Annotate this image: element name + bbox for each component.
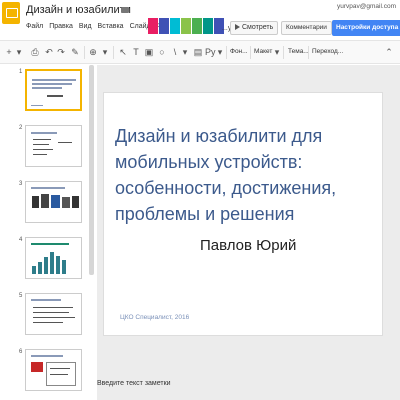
app-icon-6[interactable] xyxy=(203,18,213,34)
comment-icon[interactable]: ▤ xyxy=(193,47,203,57)
shape-icon[interactable]: ○ xyxy=(157,47,167,57)
play-icon xyxy=(235,24,240,30)
present-button[interactable]: Смотреть xyxy=(230,21,279,35)
slide-footer[interactable]: ЦКО Специалист, 2016 xyxy=(120,314,189,321)
line-dropdown-icon[interactable]: ▾ xyxy=(180,47,190,57)
layout-button[interactable]: Макет xyxy=(254,48,272,55)
theme-button[interactable]: Тема... xyxy=(288,48,309,55)
slide-thumbnail-6[interactable] xyxy=(25,349,82,391)
app-icon-3[interactable] xyxy=(170,18,180,34)
slide-author[interactable]: Павлов Юрий xyxy=(200,237,296,254)
slide-number: 1 xyxy=(19,69,23,75)
app-icon-4[interactable] xyxy=(181,18,191,34)
slide-number: 6 xyxy=(19,349,23,355)
slide-thumbnail-1[interactable] xyxy=(25,69,82,111)
app-icon-5[interactable] xyxy=(192,18,202,34)
chevron-down-icon[interactable]: ▾ xyxy=(14,47,24,57)
image-icon[interactable]: ▣ xyxy=(144,47,154,57)
slide-filmstrip: 1 2 3 4 5 6 xyxy=(0,65,94,400)
text-box-icon[interactable]: T xyxy=(131,47,141,57)
present-label: Смотреть xyxy=(242,24,274,31)
slides-app-icon[interactable] xyxy=(2,2,20,24)
menu-bar: Файл Правка Вид Вставка Слайд Фо xyxy=(26,23,166,30)
line-icon[interactable]: \ xyxy=(170,47,180,57)
document-title[interactable]: Дизайн и юзабилити xyxy=(26,4,131,16)
paint-format-icon[interactable]: ✎ xyxy=(70,47,80,57)
app-icon-1[interactable] xyxy=(148,18,158,34)
slide-number: 3 xyxy=(19,181,23,187)
account-email[interactable]: yurvpav@gmail.com xyxy=(337,3,396,10)
menu-view[interactable]: Вид xyxy=(79,23,92,30)
layout-dropdown-icon[interactable]: ▾ xyxy=(272,47,282,57)
menu-file[interactable]: Файл xyxy=(26,23,43,30)
spellcheck-icon[interactable]: Ру xyxy=(205,47,216,57)
comments-button[interactable]: Комментарии xyxy=(281,21,332,35)
slide-thumbnail-3[interactable] xyxy=(25,181,82,223)
slide-number: 2 xyxy=(19,125,23,131)
transition-button[interactable]: Переход... xyxy=(312,48,343,55)
print-icon[interactable]: ⎙ xyxy=(30,47,40,57)
current-slide[interactable]: Дизайн и юзабилити для мобильных устройс… xyxy=(103,92,383,336)
slide-number: 4 xyxy=(19,237,23,243)
collapse-chevron-icon[interactable]: ⌃ xyxy=(384,47,394,57)
taskbar-app-icons xyxy=(148,18,225,34)
filmstrip-scrollbar[interactable] xyxy=(89,65,94,275)
new-slide-icon[interactable]: + xyxy=(4,47,14,57)
slide-title[interactable]: Дизайн и юзабилити для мобильных устройс… xyxy=(115,123,377,227)
redo-icon[interactable]: ↷ xyxy=(56,47,66,57)
menu-edit[interactable]: Правка xyxy=(49,23,73,30)
toolbar: + ▾ ⎙ ↶ ↷ ✎ ⊕ ▾ ↖ T ▣ ○ \ ▾ ▤ Ру ▾ Фон..… xyxy=(0,40,400,64)
background-button[interactable]: Фон... xyxy=(230,48,248,55)
slide-thumbnail-2[interactable] xyxy=(25,125,82,167)
folder-icon[interactable] xyxy=(121,7,129,13)
select-icon[interactable]: ↖ xyxy=(118,47,128,57)
slide-number: 5 xyxy=(19,293,23,299)
zoom-icon[interactable]: ⊕ xyxy=(88,47,98,57)
speaker-notes[interactable]: Введите текст заметки xyxy=(97,380,171,387)
slide-thumbnail-5[interactable] xyxy=(25,293,82,335)
zoom-dropdown-icon[interactable]: ▾ xyxy=(100,47,110,57)
menu-insert[interactable]: Вставка xyxy=(98,23,124,30)
slide-thumbnail-4[interactable] xyxy=(25,237,82,279)
share-button[interactable]: Настройки доступа xyxy=(332,20,400,36)
spellcheck-dropdown-icon[interactable]: ▾ xyxy=(215,47,225,57)
app-icon-2[interactable] xyxy=(159,18,169,34)
undo-icon[interactable]: ↶ xyxy=(44,47,54,57)
